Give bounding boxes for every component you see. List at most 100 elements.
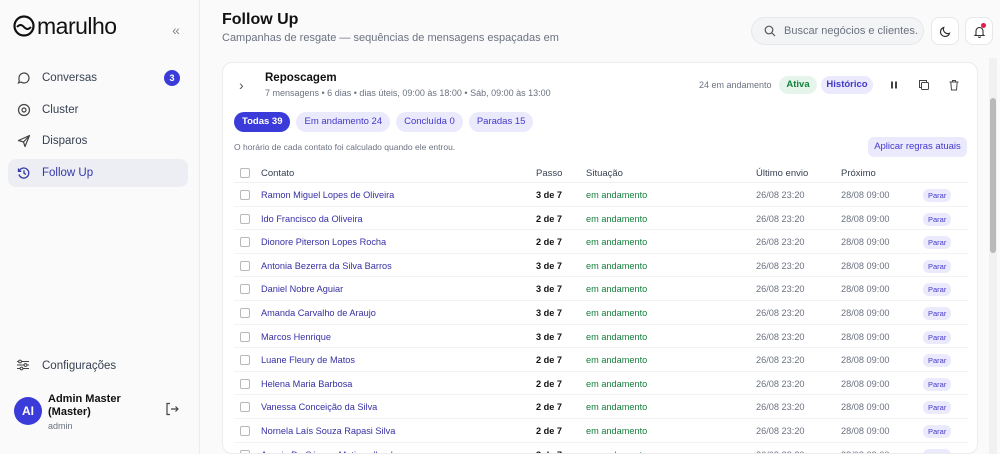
tab-concluida[interactable]: Concluída 0 (396, 112, 463, 132)
contact-name-link[interactable]: Amanda Carvalho de Araujo (261, 308, 376, 318)
column-header-ultimo-envio[interactable]: Último envio (756, 168, 808, 179)
stop-button[interactable]: Parar (923, 283, 952, 297)
next-send-value: 28/08 09:00 (841, 331, 890, 342)
row-checkbox[interactable] (240, 331, 250, 342)
contact-name-link[interactable]: Marcos Henrique (261, 332, 331, 342)
contact-name-link[interactable]: Vanessa Conceição da Silva (261, 402, 377, 412)
contact-name-link[interactable]: Antonia Bezerra da Silva Barros (261, 261, 392, 271)
tab-paradas[interactable]: Paradas 15 (468, 112, 534, 132)
status-value: em andamento (586, 426, 648, 436)
tab-todas[interactable]: Todas 39 (234, 112, 291, 132)
step-value: 2 de 7 (536, 378, 563, 389)
table-row[interactable]: Acacia Da Sévaca Matimcolbual 3 de 7 em an… (234, 443, 968, 453)
row-checkbox[interactable] (240, 190, 250, 200)
row-checkbox[interactable] (240, 402, 250, 413)
stop-button[interactable]: Parar (923, 401, 952, 415)
sidebar-item-disparos[interactable]: Disparos (8, 127, 188, 155)
contact-name-link[interactable]: Dionore Piterson Lopes Rocha (261, 237, 386, 247)
filter-tabs: Todas 39 Em andamento 24 Concluída 0 Par… (234, 112, 539, 132)
table-row[interactable]: Vanessa Conceição da Silva 2 de 7 em andam… (234, 395, 968, 419)
table-row[interactable]: Ido Francisco da Oliveira 2 de 7 em andame… (234, 207, 968, 231)
select-all-checkbox[interactable] (240, 168, 250, 178)
row-checkbox[interactable] (240, 213, 250, 224)
search-input[interactable] (784, 25, 919, 37)
contact-name-link[interactable]: Daniel Nobre Aguiar (261, 284, 343, 294)
expand-chevron-icon[interactable]: › (239, 77, 244, 93)
scrollbar-thumb[interactable] (990, 98, 996, 253)
column-header-situacao[interactable]: Situação (586, 168, 623, 179)
scrollbar[interactable] (989, 58, 997, 454)
contact-name-link[interactable]: Ido Francisco da Oliveira (261, 214, 363, 224)
row-checkbox[interactable] (240, 237, 250, 248)
table-row[interactable]: Daniel Nobre Aguiar 3 de 7 em andamento 26/… (234, 277, 968, 301)
column-header-proximo[interactable]: Próximo (841, 168, 876, 179)
pause-icon[interactable] (887, 78, 901, 92)
last-send-value: 26/08 23:20 (756, 308, 805, 318)
history-button[interactable]: Histórico (821, 76, 873, 94)
status-value: em andamento (586, 308, 648, 318)
table-row[interactable]: Marcos Henrique 3 de 7 em andamento 26/08 2… (234, 325, 968, 349)
apply-rules-button[interactable]: Aplicar regras atuais (868, 137, 967, 157)
step-value: 3 de 7 (536, 284, 563, 295)
step-value: 2 de 7 (536, 402, 563, 413)
row-checkbox[interactable] (240, 260, 250, 271)
contact-name-link[interactable]: Helena Maria Barbosa (261, 379, 352, 389)
table-row[interactable]: Helena Maria Barbosa 2 de 7 em andamento 26… (234, 372, 968, 396)
notifications-button[interactable] (965, 17, 993, 45)
next-send-value: 28/08 09:00 (841, 402, 890, 413)
column-header-passo[interactable]: Passo (536, 168, 562, 179)
row-checkbox[interactable] (240, 378, 250, 389)
table-row[interactable]: Amanda Carvalho de Araujo 3 de 7 em andame… (234, 301, 968, 325)
collapse-sidebar-icon[interactable]: « (168, 22, 184, 38)
contact-name-link[interactable]: Ramon Miguel Lopes de Oliveira (261, 190, 394, 200)
sidebar-item-conversas[interactable]: Conversas 3 (8, 64, 188, 92)
row-checkbox[interactable] (240, 426, 250, 436)
last-send-value: 26/08 23:20 (756, 378, 805, 389)
search-box[interactable] (751, 17, 924, 45)
stop-button[interactable]: Parar (923, 236, 952, 250)
search-icon (764, 25, 776, 37)
table-row[interactable]: Dionore Piterson Lopes Rocha 2 de 7 em and… (234, 230, 968, 254)
stop-button[interactable]: Parar (923, 377, 952, 391)
stop-button[interactable]: Parar (923, 259, 952, 273)
contact-name-link[interactable]: Nornela Laís Souza Rapasi Silva (261, 426, 395, 436)
sidebar-item-label: Conversas (42, 72, 97, 84)
user-role: admin (48, 421, 73, 431)
stop-button[interactable]: Parar (923, 330, 952, 344)
row-checkbox[interactable] (240, 284, 250, 295)
copy-icon[interactable] (917, 78, 931, 92)
send-icon (16, 133, 32, 149)
row-checkbox[interactable] (240, 449, 250, 453)
campaign-name: Reposcagem (265, 72, 337, 84)
trash-icon[interactable] (947, 78, 961, 92)
logo[interactable]: marulho (12, 12, 192, 40)
sidebar-item-cluster[interactable]: Cluster (8, 96, 188, 124)
last-send-value: 26/08 23:20 (756, 450, 805, 453)
sidebar-item-configuracoes[interactable]: Configurações (16, 358, 116, 374)
table-row[interactable]: Nornela Laís Souza Rapasi Silva 2 de 7 em … (234, 419, 968, 443)
page-header: Follow Up Campanhas de resgate — sequênc… (200, 0, 1000, 60)
stop-button[interactable]: Parar (923, 354, 952, 368)
row-checkbox[interactable] (240, 308, 250, 318)
stop-button[interactable]: Parar (923, 307, 952, 320)
logout-icon[interactable] (164, 401, 182, 419)
stop-button[interactable]: Parar (923, 212, 952, 226)
stop-button[interactable]: Parar (923, 189, 952, 202)
step-value: 3 de 7 (536, 190, 563, 200)
row-checkbox[interactable] (240, 355, 250, 366)
table-row[interactable]: Luane Fleury de Matos 2 de 7 em andamento 2… (234, 348, 968, 372)
sidebar-item-follow-up[interactable]: Follow Up (8, 158, 188, 187)
stop-button[interactable]: Parar (923, 425, 952, 438)
tab-em-andamento[interactable]: Em andamento 24 (296, 112, 391, 132)
step-value: 3 de 7 (536, 331, 563, 342)
theme-toggle-button[interactable] (931, 17, 959, 45)
avatar[interactable]: AI (14, 397, 42, 425)
contact-name-link[interactable]: Acacia Da Sévaca Matimcolbual (261, 450, 393, 453)
column-header-contato[interactable]: Contato (261, 168, 294, 179)
contact-name-link[interactable]: Luane Fleury de Matos (261, 355, 355, 365)
stop-button[interactable]: Parar (923, 448, 952, 453)
table-row[interactable]: Antonia Bezerra da Silva Barros 3 de 7 em … (234, 254, 968, 278)
page-title: Follow Up (222, 11, 299, 28)
status-value: em andamento (586, 260, 648, 271)
table-row[interactable]: Ramon Miguel Lopes de Oliveira 3 de 7 em a… (234, 183, 968, 207)
